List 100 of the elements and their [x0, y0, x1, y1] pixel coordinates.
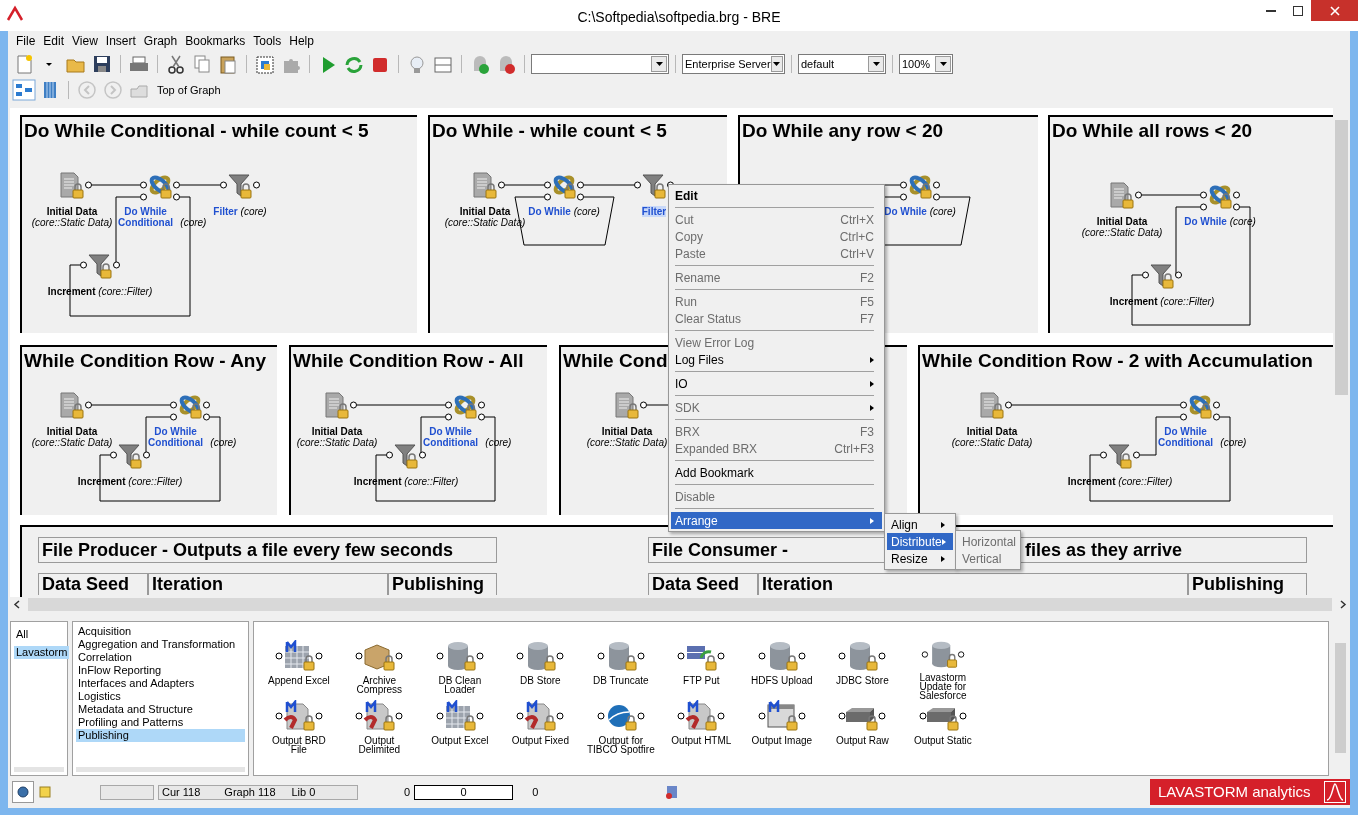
category-item[interactable]: Publishing	[76, 729, 245, 742]
connector-line	[583, 184, 635, 186]
category-item[interactable]: InFlow Reporting	[76, 664, 245, 677]
location-label: Top of Graph	[157, 82, 221, 98]
close-icon	[1329, 5, 1340, 16]
section-title: Iteration	[148, 573, 388, 595]
node-name[interactable]: Increment	[1067, 476, 1116, 487]
node-name[interactable]: Do While	[528, 206, 571, 217]
node-name[interactable]: Do While Conditional	[113, 206, 178, 228]
shortcut-label: Ctrl+X	[840, 211, 874, 229]
node-name[interactable]: Filter	[213, 206, 238, 217]
menu-item[interactable]: Help	[285, 32, 318, 50]
dropdown[interactable]: Enterprise Server	[682, 54, 785, 74]
document-icon[interactable]	[355, 700, 404, 732]
node-name[interactable]: Initial Data	[46, 426, 98, 437]
node-label: Output Static	[912, 736, 973, 745]
panel-title: Do While any row < 20	[742, 120, 944, 142]
node-name[interactable]: Do While	[884, 206, 927, 217]
node-type: (core::Filter)	[128, 476, 183, 487]
caret-icon	[872, 62, 880, 66]
node-name[interactable]: Increment	[77, 476, 126, 487]
node-name[interactable]: Filter	[641, 206, 667, 217]
menu-item[interactable]: Bookmarks	[181, 32, 250, 50]
node-name[interactable]: Increment	[1109, 296, 1158, 307]
graph-view-icon[interactable]	[12, 79, 36, 101]
group-title: File Consumer -	[652, 539, 789, 562]
menu-item[interactable]: File	[12, 32, 40, 50]
menu-item[interactable]: Arrange	[671, 512, 882, 529]
node-label: DB Clean Loader	[437, 676, 483, 694]
category-item[interactable]: Aggregation and Transformation	[76, 638, 245, 651]
menu-item[interactable]: Tools	[249, 32, 286, 50]
menu-item[interactable]: Add Bookmark	[671, 464, 882, 481]
node-name[interactable]: Initial Data	[311, 426, 363, 437]
document-icon[interactable]	[677, 700, 726, 732]
menu-item[interactable]: Resize	[887, 550, 953, 567]
node-name[interactable]: Initial Data	[46, 206, 98, 217]
node-type: (core::Filter)	[1160, 296, 1215, 307]
connector-line	[179, 184, 221, 186]
node-name[interactable]: Initial Data	[966, 426, 1018, 437]
category-item[interactable]: Correlation	[76, 651, 245, 664]
category-item[interactable]: Metadata and Structure	[76, 703, 245, 716]
filter-item[interactable]: All	[14, 628, 31, 641]
maximize-icon	[1292, 5, 1303, 16]
document-icon[interactable]	[516, 700, 565, 732]
node-type: (core::Static Data)	[1081, 227, 1163, 238]
shortcut-label: F5	[860, 293, 874, 311]
node-label: Lavastorm Update for Salesforce	[918, 673, 968, 700]
window-icon[interactable]	[757, 700, 806, 732]
database-icon[interactable]	[757, 640, 806, 672]
spreadsheet-icon[interactable]	[274, 640, 323, 672]
category-item[interactable]: Acquisition	[76, 625, 245, 638]
database-icon[interactable]	[838, 640, 887, 672]
node-name[interactable]: Do While Conditional	[418, 426, 483, 448]
category-item[interactable]: Profiling and Patterns	[76, 716, 245, 729]
document-icon[interactable]	[274, 700, 323, 732]
node-type: (core)	[573, 206, 600, 217]
caret-icon	[655, 62, 663, 66]
node-label: DB Truncate	[592, 676, 650, 685]
node-label: Output Image	[750, 736, 814, 745]
node-label: Output Delimited	[357, 736, 402, 754]
menu-item[interactable]: IO	[671, 375, 882, 392]
node-name[interactable]: Do While	[1184, 216, 1227, 227]
dropdown[interactable]	[531, 54, 669, 74]
caret-icon	[773, 62, 781, 66]
menu-item[interactable]: Align	[887, 516, 953, 533]
node-name[interactable]: Increment	[353, 476, 402, 487]
filter-item[interactable]: Lavastorm	[14, 646, 70, 659]
database-icon[interactable]	[516, 640, 565, 672]
node-name[interactable]: Increment	[47, 286, 96, 297]
node-name[interactable]: Do While Conditional	[143, 426, 208, 448]
menu-item[interactable]: Log Files	[671, 351, 882, 368]
record-icon[interactable]	[12, 781, 34, 803]
menu-item[interactable]: Insert	[101, 32, 140, 50]
node-name[interactable]: Initial Data	[459, 206, 511, 217]
database-icon[interactable]	[435, 640, 484, 672]
node-name[interactable]: Do While Conditional	[1153, 426, 1218, 448]
menu-item[interactable]: Edit	[39, 32, 69, 50]
dropdown[interactable]: 100%	[899, 54, 953, 74]
node-name[interactable]: Initial Data	[601, 426, 653, 437]
menu-item[interactable]: View	[68, 32, 102, 50]
caret-icon	[939, 62, 947, 66]
dropdown[interactable]: default	[798, 54, 886, 74]
spreadsheet-icon[interactable]	[435, 700, 484, 732]
category-item[interactable]: Interfaces and Adapters	[76, 677, 245, 690]
category-item[interactable]: Logistics	[76, 690, 245, 703]
menu-item[interactable]: Edit	[671, 187, 882, 204]
node-label: JDBC Store	[834, 676, 890, 685]
database-icon[interactable]	[918, 640, 967, 669]
database-icon[interactable]	[596, 640, 645, 672]
window-title: C:\Softpedia\softpedia.brg - BRE	[577, 9, 781, 25]
node-type: (core::Filter)	[404, 476, 459, 487]
node-type: (core)	[485, 437, 512, 448]
node-label: FTP Put	[682, 676, 721, 685]
minimize-icon	[1265, 9, 1276, 12]
group-title: files as they arrive	[1024, 539, 1182, 562]
node-name[interactable]: Initial Data	[1096, 216, 1148, 227]
node-icon[interactable]	[253, 53, 277, 75]
menu-item[interactable]: Graph	[139, 32, 182, 50]
menu-item[interactable]: Distribute	[887, 533, 953, 550]
connector-line	[1141, 194, 1201, 196]
